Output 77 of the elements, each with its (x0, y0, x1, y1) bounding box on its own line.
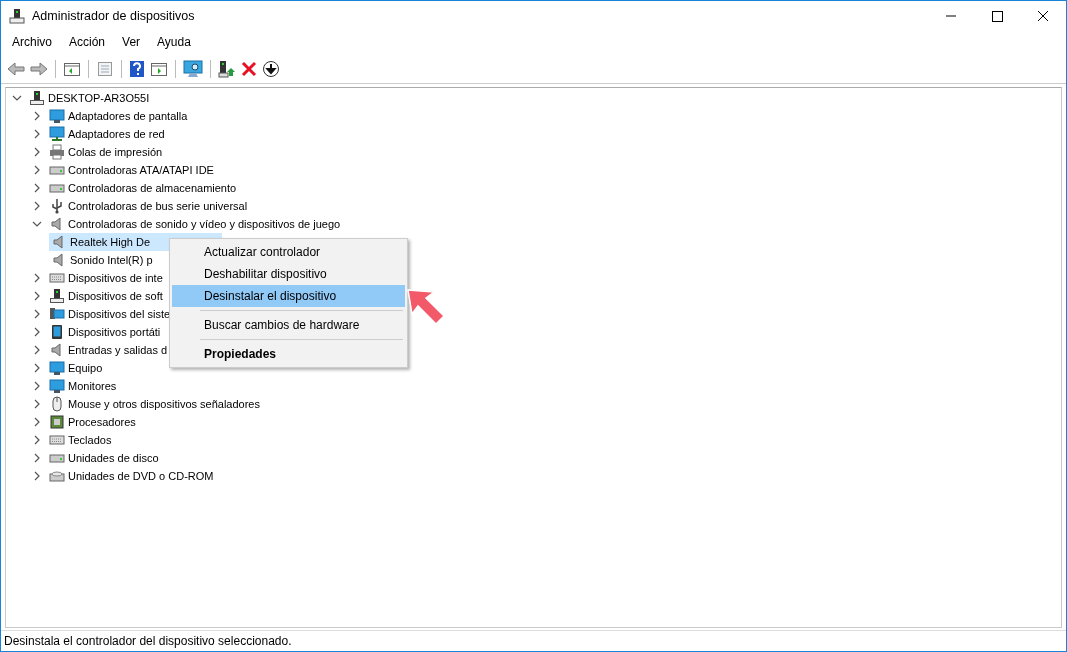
expand-chevron-icon[interactable] (32, 201, 42, 211)
menu-item[interactable]: Desinstalar el dispositivo (172, 285, 405, 307)
menu-item[interactable]: Ver (113, 35, 149, 49)
tree-item[interactable]: Equipo (68, 362, 103, 374)
disable-icon[interactable] (262, 60, 280, 78)
network-icon (49, 126, 65, 142)
tree-item[interactable]: Monitores (68, 380, 117, 392)
tree-item[interactable]: DESKTOP-AR3O55I (48, 92, 150, 104)
update-driver-icon[interactable] (218, 60, 236, 78)
help-icon[interactable] (129, 60, 145, 78)
expand-chevron-icon[interactable] (32, 435, 42, 445)
tree-item[interactable]: Dispositivos de soft (68, 290, 163, 302)
forward-icon[interactable] (30, 61, 48, 77)
tree-item[interactable]: Teclados (68, 434, 112, 446)
menu-item[interactable]: Acción (60, 35, 114, 49)
expand-chevron-icon[interactable] (32, 309, 42, 319)
tree-item[interactable]: Dispositivos de inte (68, 272, 163, 284)
expand-chevron-icon[interactable] (32, 471, 42, 481)
menu-item[interactable]: Propiedades (172, 343, 405, 365)
monitor-icon (49, 360, 65, 376)
disc-drive-icon (49, 468, 65, 484)
monitor-icon (49, 108, 65, 124)
expand-chevron-icon[interactable] (32, 147, 42, 157)
menu-item[interactable]: Deshabilitar dispositivo (172, 263, 405, 285)
expand-chevron-icon[interactable] (32, 363, 42, 373)
properties-icon[interactable] (96, 61, 114, 77)
expand-chevron-icon[interactable] (32, 219, 42, 229)
menu-item[interactable]: Buscar cambios de hardware (172, 314, 405, 336)
tree-item[interactable]: Controladoras de bus serie universal (68, 200, 248, 212)
menu-item[interactable]: Ayuda (148, 35, 199, 49)
tree-item[interactable]: Mouse y otros dispositivos señaladores (68, 398, 260, 410)
printer-icon (49, 144, 65, 160)
expand-chevron-icon[interactable] (32, 183, 42, 193)
console-tree-icon[interactable] (63, 61, 81, 77)
action-pane-icon[interactable] (150, 61, 168, 77)
tree-item[interactable]: Dispositivos portáti (68, 326, 161, 338)
tablet-icon (49, 324, 65, 340)
mouse-icon (49, 396, 65, 412)
expand-chevron-icon[interactable] (32, 273, 42, 283)
expand-chevron-icon[interactable] (32, 111, 42, 121)
expand-chevron-icon[interactable] (32, 399, 42, 409)
monitor-scan-icon[interactable] (183, 60, 203, 78)
tree-item[interactable]: Controladoras de almacenamiento (68, 182, 237, 194)
expand-chevron-icon[interactable] (32, 453, 42, 463)
menu-item[interactable]: Archivo (3, 35, 60, 49)
computer-tower-icon (49, 288, 65, 304)
expand-chevron-icon[interactable] (32, 381, 42, 391)
tree-item[interactable]: Unidades de DVD o CD-ROM (68, 470, 214, 482)
monitor-icon (49, 378, 65, 394)
device-manager-icon (9, 8, 25, 24)
tree-item[interactable]: Controladoras ATA/ATAPI IDE (68, 164, 214, 176)
back-icon[interactable] (7, 61, 25, 77)
tree-item[interactable]: Sonido Intel(R) p (49, 251, 155, 269)
expand-chevron-icon[interactable] (12, 93, 22, 103)
tree-item[interactable]: Procesadores (68, 416, 136, 428)
tree-item[interactable]: Dispositivos del siste (68, 308, 171, 320)
status-bar: Desinstala el controlador del dispositivo seleccionado. (1, 630, 1066, 651)
keyboard-icon (49, 270, 65, 286)
expand-chevron-icon[interactable] (32, 291, 42, 301)
expand-chevron-icon[interactable] (32, 417, 42, 427)
tree-item[interactable]: Adaptadores de pantalla (68, 110, 188, 122)
expand-chevron-icon[interactable] (32, 129, 42, 139)
keyboard-icon (49, 432, 65, 448)
tree-item[interactable]: Adaptadores de red (68, 128, 165, 140)
expand-chevron-icon[interactable] (32, 345, 42, 355)
computer-icon (49, 306, 65, 322)
computer-tower-icon (29, 90, 45, 106)
uninstall-icon[interactable] (241, 61, 257, 77)
tree-item[interactable]: Entradas y salidas d (68, 344, 168, 356)
usb-icon (49, 198, 65, 214)
tree-item[interactable]: Unidades de disco (68, 452, 159, 464)
chip-icon (49, 414, 65, 430)
expand-chevron-icon[interactable] (32, 327, 42, 337)
tree-item[interactable]: Colas de impresión (68, 146, 163, 158)
window-title: Administrador de dispositivos (32, 9, 195, 23)
tree-item[interactable]: Controladoras de sonido y vídeo y dispositivos de juego (68, 218, 341, 230)
expand-chevron-icon[interactable] (32, 165, 42, 175)
